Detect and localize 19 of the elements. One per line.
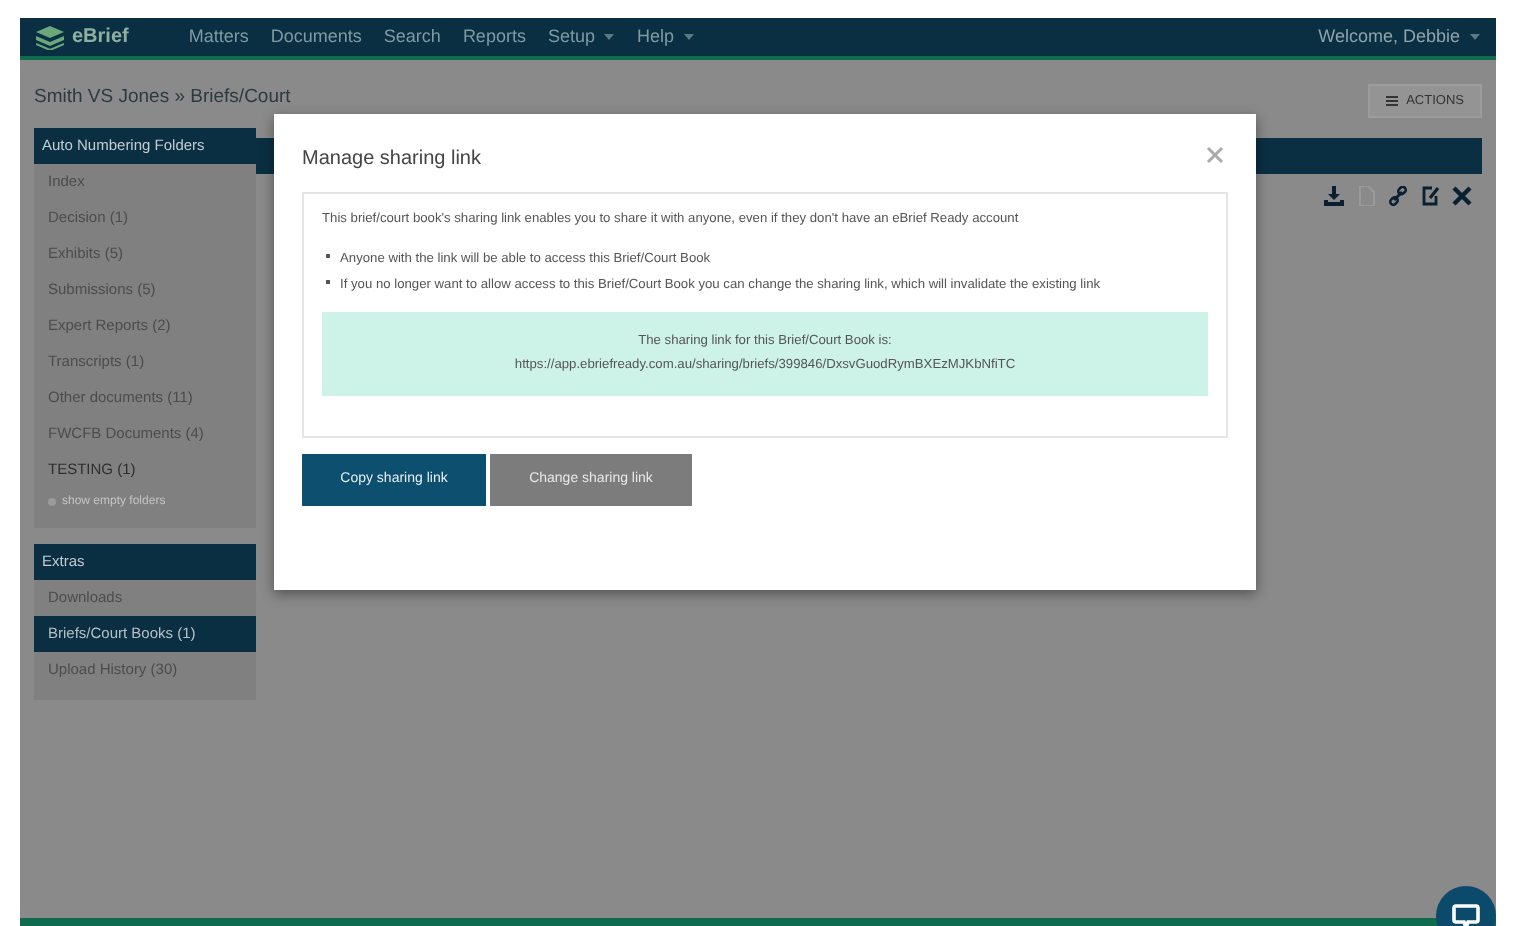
nav-link[interactable]: Help — [636, 23, 694, 51]
nav-link[interactable]: Search — [383, 23, 441, 51]
nav-link[interactable]: Reports — [462, 23, 526, 51]
modal-title: Manage sharing link — [302, 146, 481, 174]
edit-icon[interactable] — [1420, 186, 1440, 206]
download-icon[interactable] — [1324, 186, 1344, 206]
link-icon[interactable] — [1388, 186, 1408, 206]
breadcrumb: Smith VS Jones » Briefs/Court — [34, 86, 291, 110]
close-icon[interactable] — [1452, 186, 1472, 206]
menu-icon — [1386, 96, 1399, 106]
caret-icon — [684, 34, 694, 40]
logo-text: eBrief — [72, 24, 129, 52]
nav-link[interactable]: Documents — [270, 23, 362, 51]
chat-icon — [1452, 903, 1480, 926]
caret-icon — [604, 34, 615, 40]
logo-icon — [36, 25, 64, 49]
nav-link[interactable]: Setup — [547, 23, 615, 51]
nav-link[interactable]: Matters — [188, 23, 249, 51]
user-menu[interactable]: Welcome, Debbie — [1318, 23, 1460, 51]
